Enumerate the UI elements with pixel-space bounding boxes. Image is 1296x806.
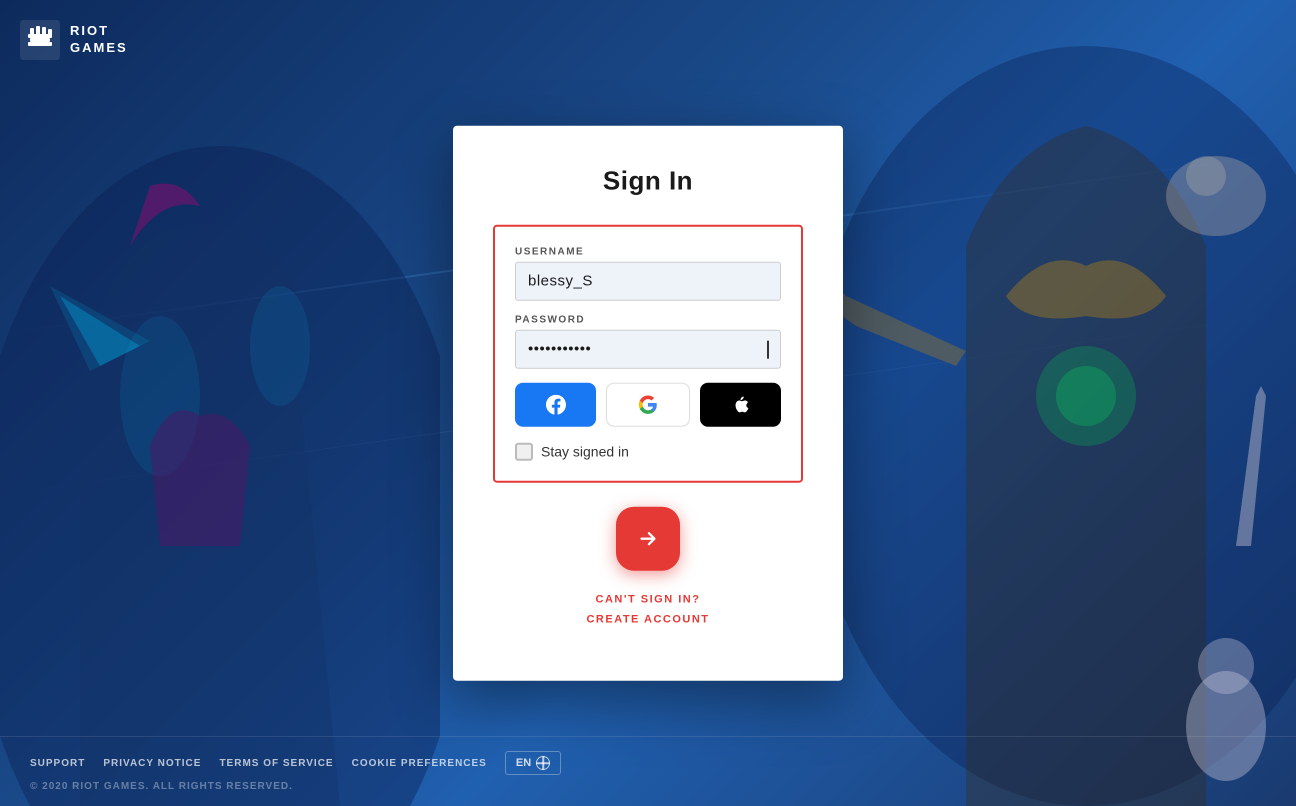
stay-signed-row: Stay signed in bbox=[515, 443, 781, 461]
globe-icon bbox=[536, 756, 550, 770]
password-field-group: PASSWORD bbox=[515, 315, 781, 369]
submit-button[interactable] bbox=[616, 507, 680, 571]
create-account-link[interactable]: CREATE ACCOUNT bbox=[493, 611, 803, 631]
password-label: PASSWORD bbox=[515, 315, 781, 326]
footer-language-selector[interactable]: EN bbox=[505, 751, 561, 775]
stay-signed-checkbox[interactable] bbox=[515, 443, 533, 461]
character-left bbox=[0, 0, 460, 806]
footer-cookies-link[interactable]: COOKIE PREFERENCES bbox=[352, 758, 487, 769]
footer-links: SUPPORT PRIVACY NOTICE TERMS OF SERVICE … bbox=[30, 751, 561, 775]
arrow-right-icon bbox=[637, 528, 659, 550]
riot-logo-icon bbox=[20, 20, 60, 60]
password-cursor bbox=[767, 340, 769, 358]
google-icon bbox=[638, 395, 658, 415]
logo: RIOTGAMES bbox=[20, 20, 128, 60]
password-wrapper bbox=[515, 330, 781, 369]
apple-login-button[interactable] bbox=[700, 383, 781, 427]
stay-signed-label[interactable]: Stay signed in bbox=[541, 444, 629, 460]
footer-copyright: © 2020 RIOT GAMES. ALL RIGHTS RESERVED. bbox=[30, 781, 561, 792]
username-field-group: USERNAME bbox=[515, 247, 781, 301]
footer-language-code: EN bbox=[516, 757, 531, 769]
apple-icon bbox=[731, 394, 749, 416]
cant-sign-in-link[interactable]: CAN'T SIGN IN? bbox=[493, 591, 803, 611]
facebook-icon bbox=[546, 395, 566, 415]
username-input[interactable] bbox=[515, 262, 781, 301]
google-login-button[interactable] bbox=[606, 383, 689, 427]
bottom-links: CAN'T SIGN IN? CREATE ACCOUNT bbox=[493, 591, 803, 631]
submit-row bbox=[493, 507, 803, 571]
footer-terms-link[interactable]: TERMS OF SERVICE bbox=[219, 758, 333, 769]
facebook-login-button[interactable] bbox=[515, 383, 596, 427]
username-label: USERNAME bbox=[515, 247, 781, 258]
signin-card: Sign In USERNAME PASSWORD bbox=[453, 126, 843, 681]
footer-privacy-link[interactable]: PRIVACY NOTICE bbox=[103, 758, 201, 769]
character-right bbox=[806, 0, 1296, 806]
social-login-row bbox=[515, 383, 781, 427]
footer: SUPPORT PRIVACY NOTICE TERMS OF SERVICE … bbox=[0, 736, 1296, 806]
logo-text: RIOTGAMES bbox=[70, 23, 128, 57]
signin-title: Sign In bbox=[493, 166, 803, 197]
password-input[interactable] bbox=[515, 330, 781, 369]
footer-support-link[interactable]: SUPPORT bbox=[30, 758, 85, 769]
form-section: USERNAME PASSWORD bbox=[493, 225, 803, 483]
